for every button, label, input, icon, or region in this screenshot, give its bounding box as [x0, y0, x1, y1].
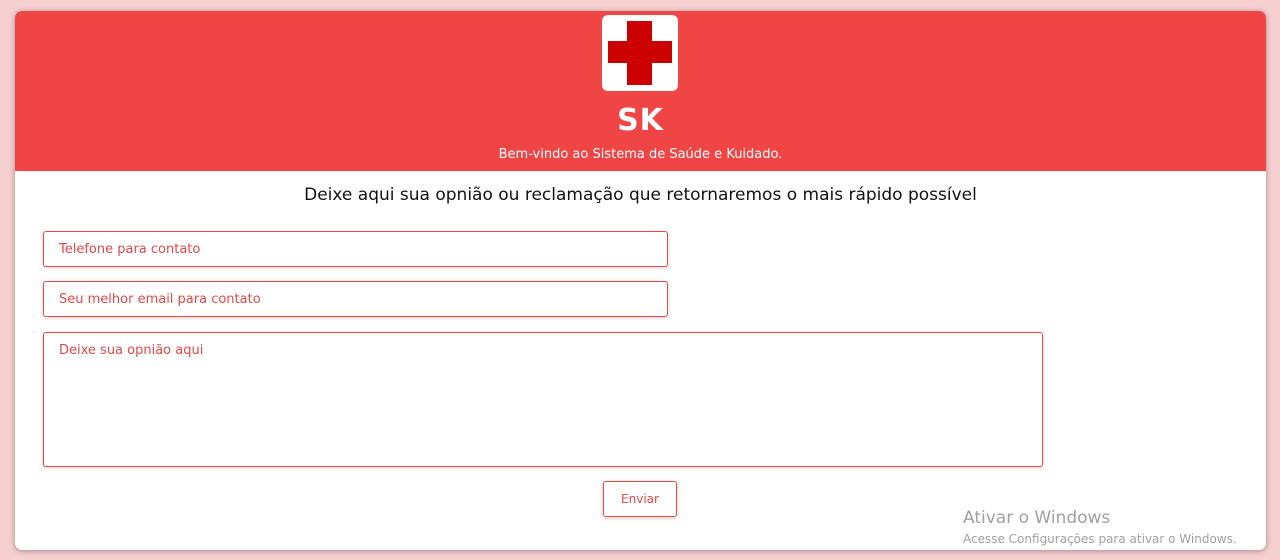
header-banner: SK Bem-vindo ao Sistema de Saúde e Kuida… — [15, 11, 1266, 171]
phone-input[interactable] — [43, 231, 668, 267]
windows-activation-subtitle: Acesse Configurações para ativar o Windo… — [963, 532, 1237, 546]
email-input[interactable] — [43, 281, 668, 317]
feedback-card: SK Bem-vindo ao Sistema de Saúde e Kuida… — [15, 11, 1266, 550]
opinion-textarea[interactable] — [43, 332, 1043, 467]
red-cross-icon — [602, 15, 678, 91]
welcome-text: Bem-vindo ao Sistema de Saúde e Kuidado. — [498, 147, 783, 162]
windows-activation-title: Ativar o Windows — [963, 508, 1111, 528]
brand-name: SK — [617, 103, 664, 138]
submit-button[interactable]: Enviar — [603, 481, 677, 517]
cross-horizontal-bar — [608, 41, 672, 63]
form-headline: Deixe aqui sua opnião ou reclamação que … — [304, 185, 977, 205]
